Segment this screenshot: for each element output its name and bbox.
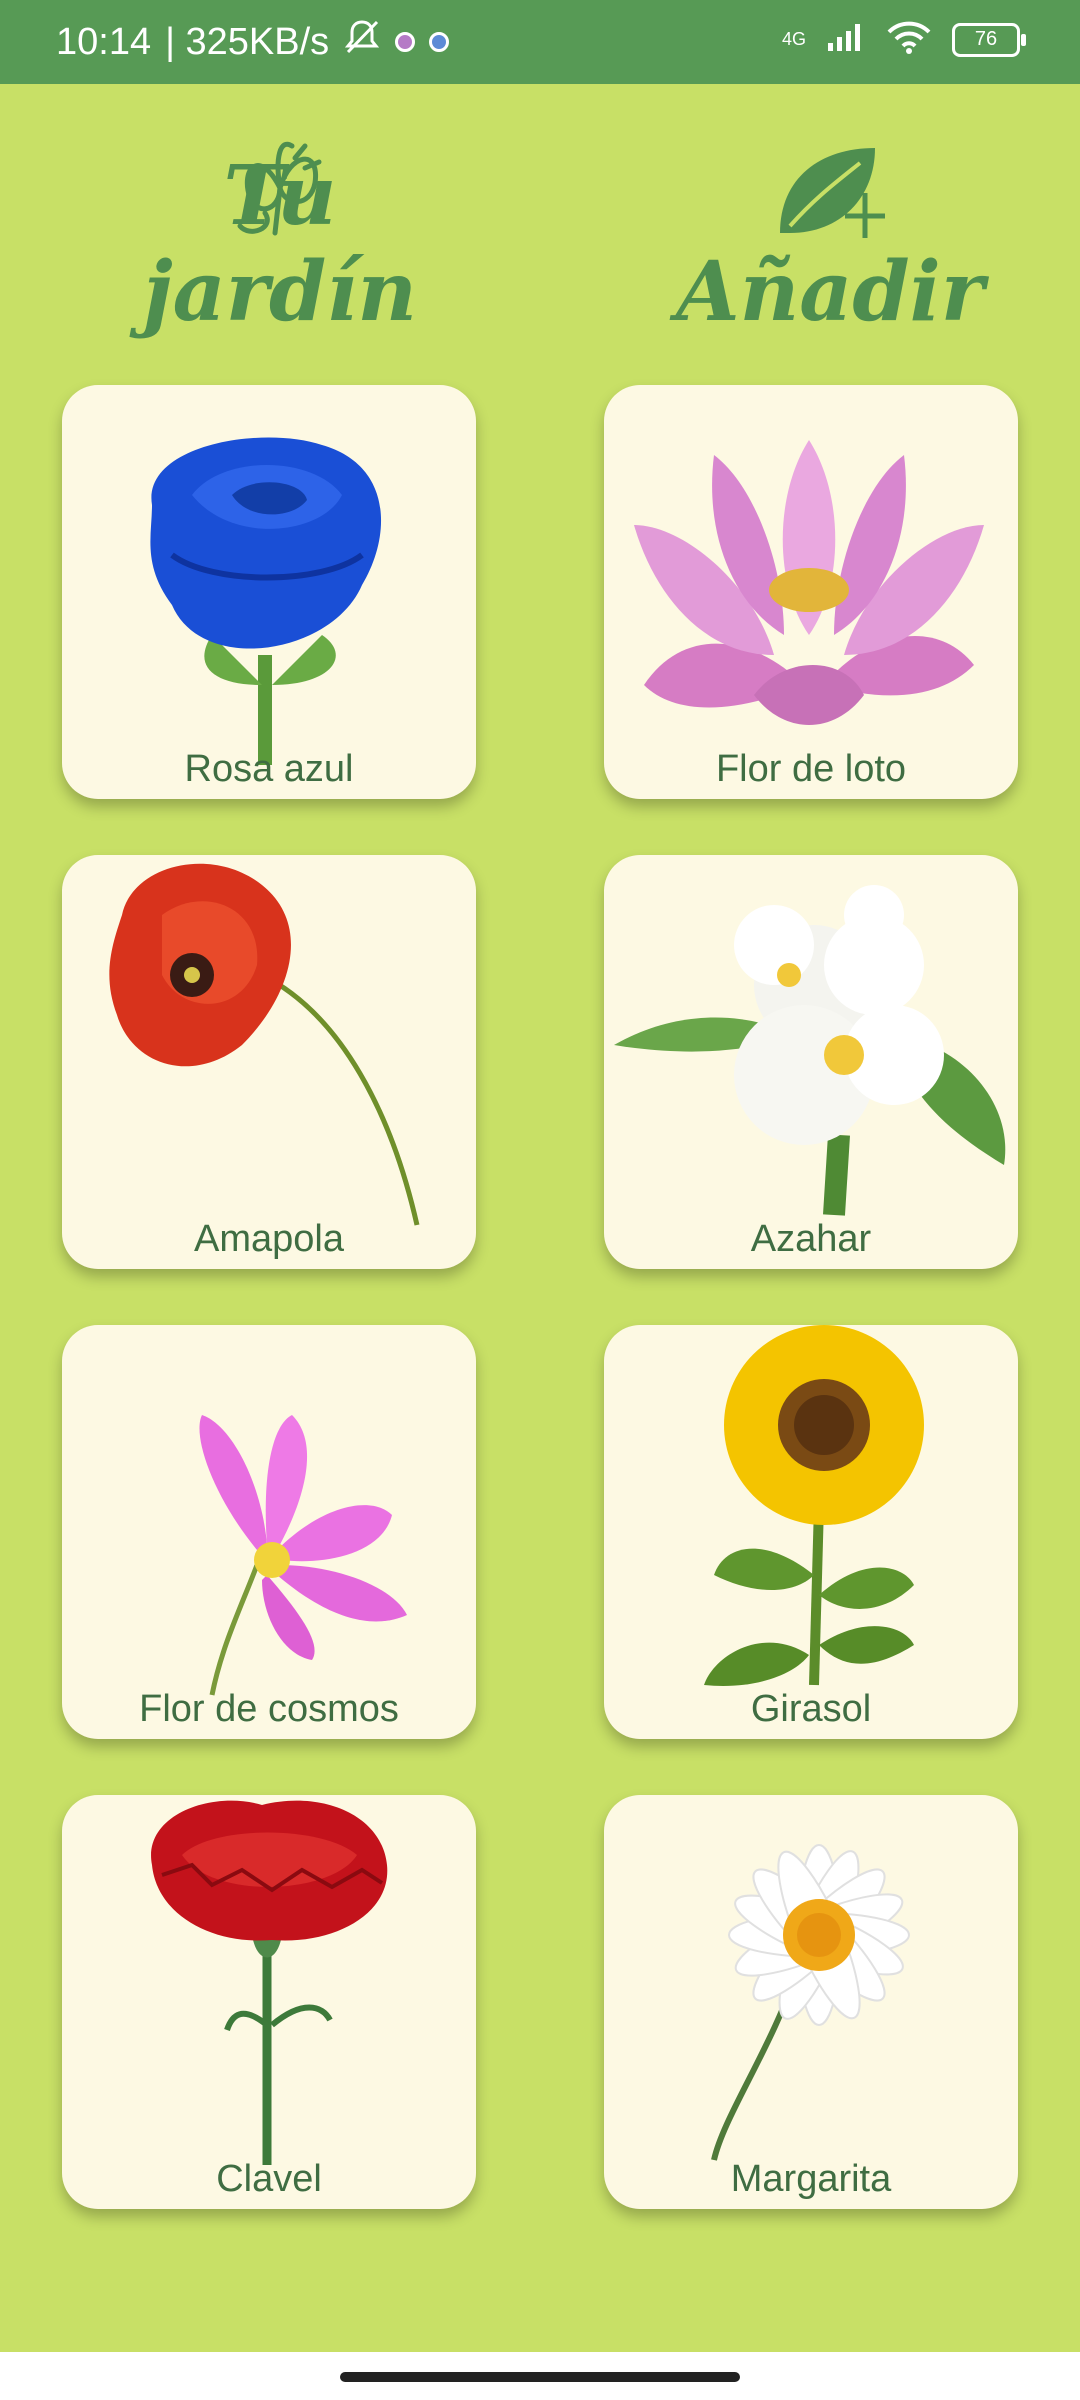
flower-card-amapola[interactable]: Amapola xyxy=(62,855,476,1269)
app-notification-icon xyxy=(395,32,416,52)
garden-button[interactable]: Tu jardín xyxy=(100,120,460,350)
orange-blossom-image xyxy=(614,885,1006,1216)
lotus-image xyxy=(634,440,984,725)
flower-label: Margarita xyxy=(730,2158,892,2200)
add-button[interactable]: Añadir xyxy=(650,120,1010,350)
battery-icon: 76 xyxy=(952,22,1026,57)
poppy-image xyxy=(109,863,420,1226)
add-title: Añadir xyxy=(675,244,985,340)
home-indicator[interactable] xyxy=(340,2372,740,2382)
flower-card-rosa-azul[interactable]: Rosa azul xyxy=(62,385,476,799)
wifi-icon xyxy=(886,20,932,59)
network-speed: | 325KB/s xyxy=(165,20,330,63)
status-left: 10:14 | 325KB/s xyxy=(56,18,450,66)
flower-label: Flor de cosmos xyxy=(139,1688,399,1730)
garden-title: Tu jardín xyxy=(142,148,418,340)
status-right: 4G 76 xyxy=(781,20,1026,59)
status-bar: 10:14 | 325KB/s 4G 76 xyxy=(0,0,1080,84)
flower-card-girasol[interactable]: Girasol xyxy=(604,1325,1018,1739)
flower-label: Rosa azul xyxy=(184,748,354,790)
flower-label: Azahar xyxy=(750,1218,872,1260)
flower-card-flor-de-loto[interactable]: Flor de loto xyxy=(604,385,1018,799)
flower-label: Girasol xyxy=(750,1688,872,1730)
flower-label: Amapola xyxy=(194,1218,344,1260)
app-notification-icon-2 xyxy=(429,32,450,52)
cosmos-image xyxy=(199,1415,407,1696)
signal-icon xyxy=(826,21,866,58)
daisy-image xyxy=(711,1844,910,2161)
header: Tu jardín Añadir xyxy=(0,120,1080,350)
mute-bell-icon xyxy=(343,18,381,66)
leaf-plus-icon xyxy=(780,148,885,238)
flower-card-azahar[interactable]: Azahar xyxy=(604,855,1018,1269)
clock: 10:14 xyxy=(56,20,152,63)
network-type: 4G xyxy=(781,29,806,49)
sunflower-image xyxy=(704,1325,924,1686)
flower-label: Flor de loto xyxy=(715,748,907,790)
carnation-image xyxy=(151,1800,388,2165)
flower-card-margarita[interactable]: Margarita xyxy=(604,1795,1018,2209)
flower-card-clavel[interactable]: Clavel xyxy=(62,1795,476,2209)
flower-label: Clavel xyxy=(216,2158,322,2200)
flower-card-flor-de-cosmos[interactable]: Flor de cosmos xyxy=(62,1325,476,1739)
blue-rose-image xyxy=(150,437,382,765)
